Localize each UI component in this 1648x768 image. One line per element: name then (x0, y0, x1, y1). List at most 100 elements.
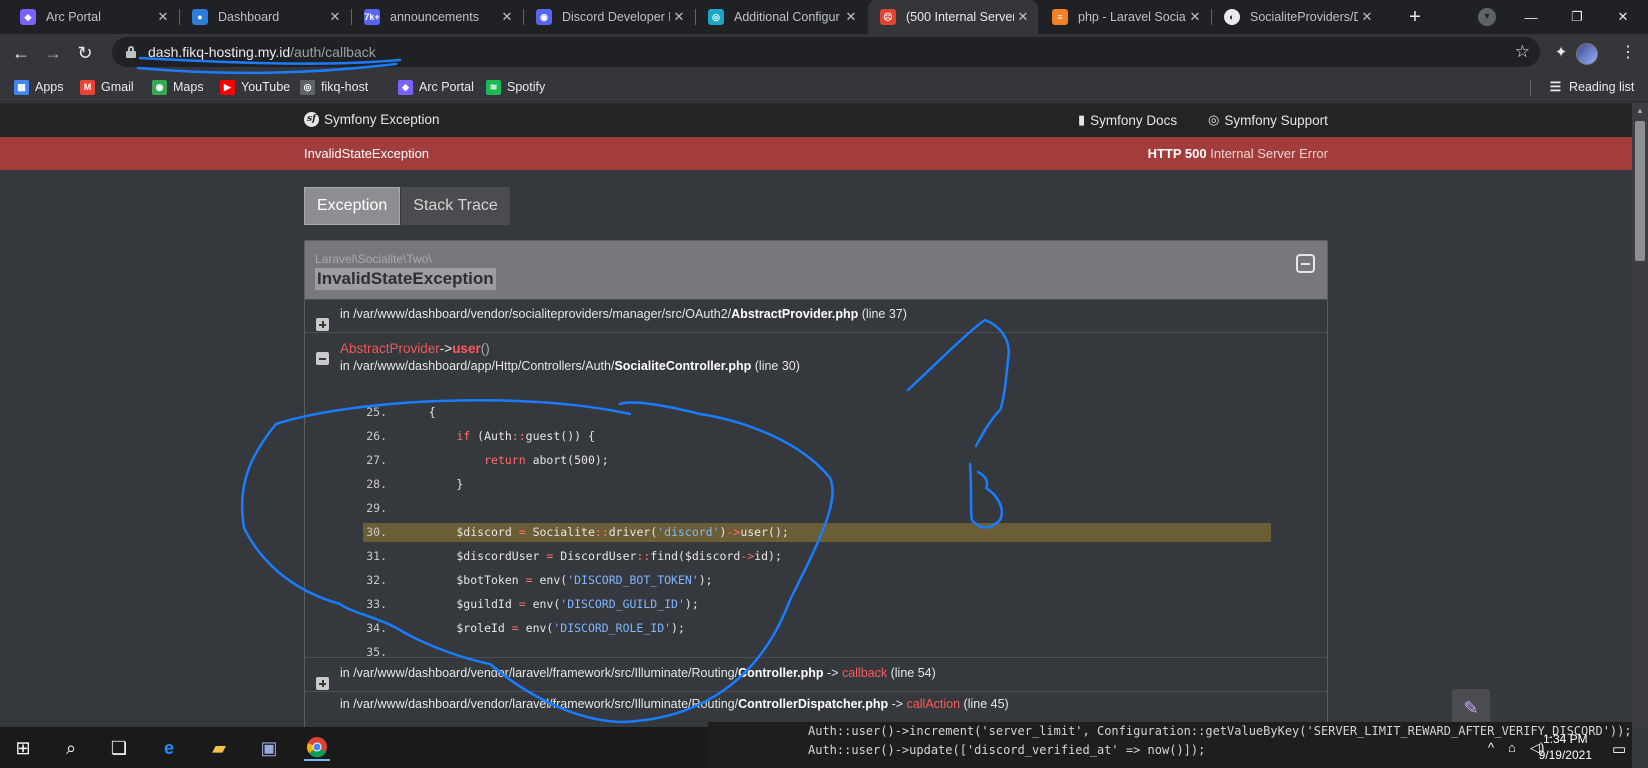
trace-path: in /var/www/dashboard/app/Http/Controlle… (340, 359, 615, 373)
symfony-header: sf Symfony Exception ▮ Symfony Docs ◎ Sy… (0, 103, 1632, 137)
tab-stack-trace[interactable]: Stack Trace (401, 187, 510, 225)
tab-search-icon[interactable]: ▾ (1478, 8, 1496, 26)
notifications-icon[interactable]: ▭ (1612, 740, 1626, 758)
collapse-row-icon[interactable] (316, 352, 329, 365)
bookmark-item[interactable]: ◎ fikq-host (300, 77, 368, 97)
bookmark-icon: ◎ (300, 79, 315, 95)
bookmark-label: Apps (35, 80, 64, 94)
address-bar[interactable]: dash.fikq-hosting.my.id/auth/callback ☆ (112, 37, 1540, 67)
bookmark-item[interactable]: ▦ Apps (14, 77, 64, 97)
tab-title: php - Laravel Sociali (1078, 10, 1186, 24)
tab-close-icon[interactable]: ✕ (326, 9, 344, 25)
search-icon[interactable]: ⌕ (58, 735, 84, 761)
clock-date: 9/19/2021 (1538, 748, 1592, 762)
clock[interactable]: 1:34 PM 9/19/2021 (1539, 731, 1592, 763)
bookmark-label: Gmail (101, 80, 134, 94)
extensions-icon[interactable]: ✦ (1550, 42, 1572, 64)
close-window-icon[interactable]: ✕ (1600, 0, 1646, 34)
bookmark-star-icon[interactable]: ☆ (1515, 42, 1530, 62)
trace-row[interactable]: in /var/www/dashboard/vendor/laravel/fra… (305, 691, 1327, 725)
browser-tab[interactable]: 7k+ announcements ✕ (352, 0, 522, 34)
expand-icon[interactable] (316, 677, 329, 690)
status-code: HTTP 500 (1147, 146, 1207, 161)
tab-title: Additional Configur (734, 10, 840, 24)
symfony-docs-link[interactable]: ▮ Symfony Docs (1078, 112, 1177, 128)
stackoverflow-icon: ≡ (1052, 9, 1068, 25)
browser-tab[interactable]: ≡ php - Laravel Sociali ✕ (1040, 0, 1210, 34)
scroll-up-icon[interactable]: ▲ (1636, 106, 1644, 115)
line-number: 26. (366, 429, 387, 443)
github-icon: ◐ (1224, 9, 1240, 25)
chrome-icon[interactable] (304, 735, 330, 761)
tab-title: announcements (390, 10, 479, 24)
bookmark-item[interactable]: ▶ YouTube (220, 77, 290, 97)
reading-list-label: Reading list (1569, 80, 1635, 94)
tab-close-icon[interactable]: ✕ (1358, 9, 1376, 25)
bookmark-label: Maps (173, 80, 204, 94)
tab-close-icon[interactable]: ✕ (670, 9, 688, 25)
exception-title: InvalidStateException (315, 268, 496, 290)
code-line: 29. (363, 499, 1271, 518)
browser-tab[interactable]: ◎ Additional Configur ✕ (696, 0, 866, 34)
bookmark-item[interactable]: ≋ Spotify (486, 77, 545, 97)
collapse-icon[interactable] (1296, 254, 1315, 273)
trace-path: in /var/www/dashboard/vendor/socialitepr… (340, 307, 732, 321)
trace-file: ControllerDispatcher.php (738, 697, 889, 711)
tab-close-icon[interactable]: ✕ (1186, 9, 1204, 25)
new-tab-button[interactable]: + (1402, 4, 1428, 30)
task-view-icon[interactable]: ❏ (106, 735, 132, 761)
browser-toolbar: ← → ↻ dash.fikq-hosting.my.id/auth/callb… (0, 34, 1648, 72)
reload-icon[interactable]: ↻ (72, 40, 98, 66)
bookmark-label: Spotify (507, 80, 546, 94)
bookmark-item[interactable]: ◉ Maps (152, 77, 204, 97)
tab-close-icon[interactable]: ✕ (498, 9, 516, 25)
scrollbar-thumb[interactable] (1635, 121, 1645, 261)
tab-exception[interactable]: Exception (304, 187, 401, 225)
minimize-icon[interactable]: — (1508, 0, 1554, 34)
symfony-support-link[interactable]: ◎ Symfony Support (1208, 112, 1328, 128)
discord-icon: 7k+ (364, 9, 380, 25)
tab-close-icon[interactable]: ✕ (154, 9, 172, 25)
browser-menu-icon[interactable]: ⋮ (1620, 42, 1636, 64)
bookmarks-divider (1530, 80, 1531, 96)
browser-tab[interactable]: ☹ (500 Internal Server ✕ (868, 0, 1038, 34)
line-number: 33. (366, 597, 387, 611)
expand-icon[interactable] (316, 318, 329, 331)
restore-icon[interactable]: ❐ (1554, 0, 1600, 34)
http-status: HTTP 500 Internal Server Error (1148, 146, 1328, 161)
browser-tab[interactable]: ◐ SocialiteProviders/D ✕ (1212, 0, 1382, 34)
symfony-docs-label: Symfony Docs (1090, 112, 1178, 128)
reading-list-icon: ☰ (1549, 79, 1562, 94)
browser-tab[interactable]: ● Dashboard ✕ (180, 0, 350, 34)
internet-explorer-icon[interactable]: e (156, 735, 182, 761)
exception-panel: Laravel\Socialite\Two\ InvalidStateExcep… (304, 240, 1328, 727)
symfony-brand-label: Symfony Exception (324, 112, 440, 127)
network-icon[interactable]: ⌂ (1508, 740, 1516, 755)
lock-icon[interactable] (126, 46, 136, 58)
chevron-up-icon[interactable]: ^ (1488, 740, 1494, 755)
trace-arrow: -> (891, 697, 904, 711)
tab-close-icon[interactable]: ✕ (842, 9, 860, 25)
trace-line-number: (line 37) (861, 307, 907, 321)
line-number: 25. (366, 405, 387, 419)
profile-avatar[interactable] (1576, 43, 1598, 65)
store-icon[interactable]: ▣ (256, 735, 282, 761)
status-text: Internal Server Error (1210, 146, 1328, 161)
tab-close-icon[interactable]: ✕ (1014, 9, 1032, 25)
bookmark-item[interactable]: ◆ Arc Portal (398, 77, 474, 97)
browser-tab[interactable]: ◉ Discord Developer P ✕ (524, 0, 694, 34)
forward-icon[interactable]: → (40, 40, 66, 66)
error-class: InvalidStateException (304, 146, 430, 161)
trace-row[interactable]: in /var/www/dashboard/vendor/laravel/fra… (305, 657, 1327, 691)
bookmark-icon: ▦ (14, 79, 29, 95)
browser-tab[interactable]: ◆ Arc Portal ✕ (8, 0, 178, 34)
file-explorer-icon[interactable]: ▰ (206, 735, 232, 761)
line-number: 27. (366, 453, 387, 467)
windows-start-icon[interactable]: ⊞ (10, 735, 36, 761)
trace-row[interactable]: in /var/www/dashboard/vendor/socialitepr… (305, 299, 1327, 332)
page-scrollbar[interactable]: ▲ (1632, 103, 1648, 727)
bookmark-label: Arc Portal (419, 80, 474, 94)
back-icon[interactable]: ← (8, 40, 34, 66)
bookmark-item[interactable]: M Gmail (80, 77, 134, 97)
reading-list[interactable]: ☰ Reading list (1548, 77, 1635, 97)
